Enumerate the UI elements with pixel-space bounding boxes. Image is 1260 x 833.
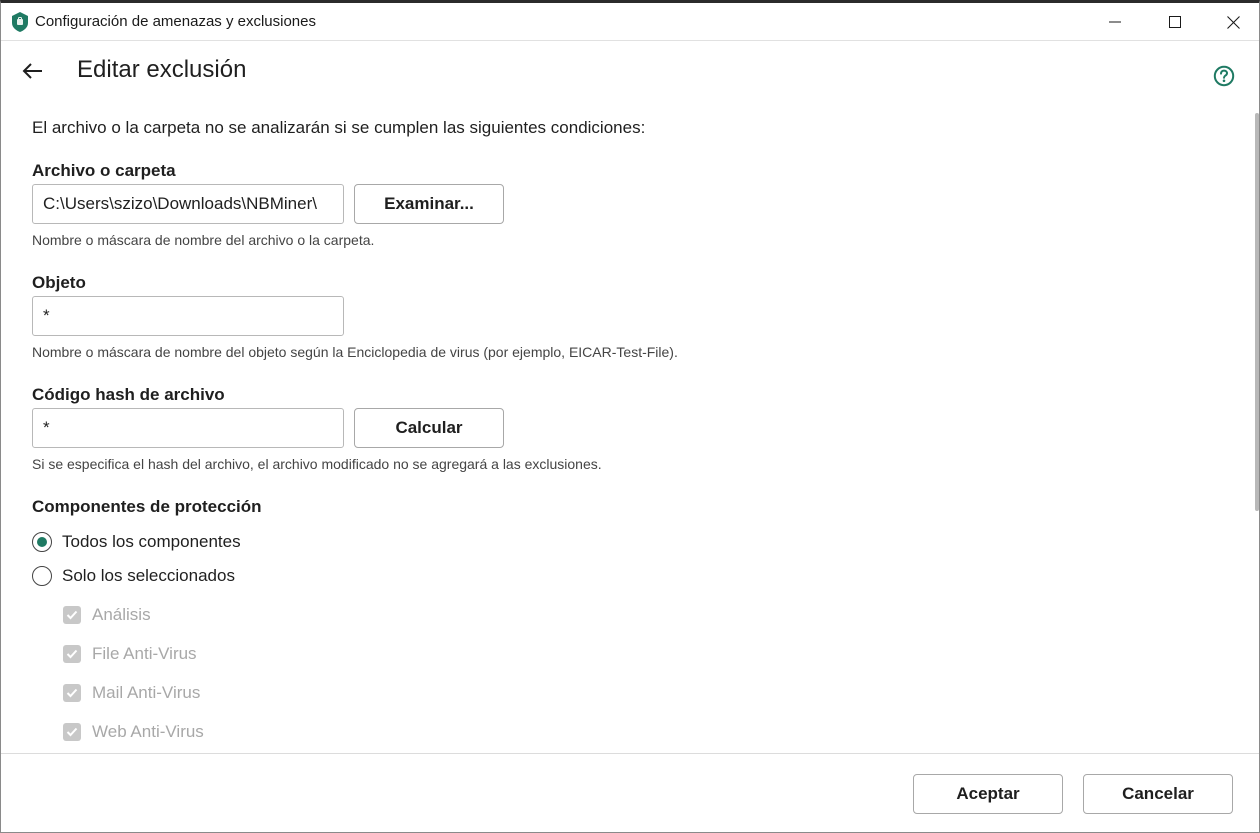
checkmark-icon bbox=[66, 688, 78, 698]
maximize-icon bbox=[1169, 16, 1181, 28]
close-icon bbox=[1226, 15, 1240, 29]
checkbox-label: Análisis bbox=[92, 605, 151, 624]
file-hash-label: Código hash de archivo bbox=[32, 385, 225, 404]
checkmark-icon bbox=[66, 727, 78, 737]
minimize-icon bbox=[1109, 21, 1121, 23]
file-hash-hint: Si se especifica el hash del archivo, el… bbox=[32, 456, 602, 472]
radio-selected-only[interactable]: Solo los seleccionados bbox=[32, 565, 235, 587]
scrollbar-thumb[interactable] bbox=[1255, 113, 1259, 511]
radio-dot bbox=[37, 537, 47, 547]
accept-button[interactable]: Aceptar bbox=[913, 774, 1063, 814]
object-hint: Nombre o máscara de nombre del objeto se… bbox=[32, 344, 678, 360]
close-button[interactable] bbox=[1205, 3, 1259, 41]
checkbox-mail-antivirus[interactable]: Mail Anti-Virus bbox=[63, 682, 200, 704]
radio-all-components[interactable]: Todos los componentes bbox=[32, 531, 241, 553]
object-label: Objeto bbox=[32, 273, 86, 292]
checkbox-checked-disabled[interactable] bbox=[63, 606, 81, 624]
dialog-window: Configuración de amenazas y exclusiones … bbox=[0, 0, 1260, 833]
object-input[interactable] bbox=[32, 296, 344, 336]
checkbox-label: Web Anti-Virus bbox=[92, 722, 204, 741]
checkbox-web-antivirus[interactable]: Web Anti-Virus bbox=[63, 721, 204, 743]
checkbox-checked-disabled[interactable] bbox=[63, 723, 81, 741]
intro-text: El archivo o la carpeta no se analizarán… bbox=[32, 118, 646, 137]
radio-button[interactable] bbox=[32, 566, 52, 586]
file-hash-input[interactable] bbox=[32, 408, 344, 448]
window-title: Configuración de amenazas y exclusiones bbox=[35, 13, 316, 30]
radio-label: Todos los componentes bbox=[62, 532, 241, 551]
checkbox-label: File Anti-Virus bbox=[92, 644, 197, 663]
radio-label: Solo los seleccionados bbox=[62, 566, 235, 585]
dialog-footer: Aceptar Cancelar bbox=[1, 753, 1259, 832]
browse-button[interactable]: Examinar... bbox=[354, 184, 504, 224]
radio-button-selected[interactable] bbox=[32, 532, 52, 552]
protection-components-label: Componentes de protección bbox=[32, 497, 262, 516]
file-folder-input[interactable] bbox=[32, 184, 344, 224]
title-bar: Configuración de amenazas y exclusiones bbox=[1, 3, 1259, 41]
kaspersky-shield-icon bbox=[12, 12, 28, 32]
checkmark-icon bbox=[66, 610, 78, 620]
file-folder-label: Archivo o carpeta bbox=[32, 161, 176, 180]
checkmark-icon bbox=[66, 649, 78, 659]
checkbox-file-antivirus[interactable]: File Anti-Virus bbox=[63, 643, 197, 665]
cancel-button[interactable]: Cancelar bbox=[1083, 774, 1233, 814]
checkbox-checked-disabled[interactable] bbox=[63, 684, 81, 702]
file-folder-hint: Nombre o máscara de nombre del archivo o… bbox=[32, 232, 375, 248]
checkbox-analysis[interactable]: Análisis bbox=[63, 604, 151, 626]
page-title: Editar exclusión bbox=[77, 56, 247, 83]
help-icon[interactable] bbox=[1213, 65, 1235, 87]
back-arrow-icon[interactable] bbox=[21, 59, 45, 83]
minimize-button[interactable] bbox=[1087, 3, 1143, 41]
checkbox-label: Mail Anti-Virus bbox=[92, 683, 201, 702]
maximize-button[interactable] bbox=[1147, 3, 1203, 41]
calculate-button[interactable]: Calcular bbox=[354, 408, 504, 448]
checkbox-checked-disabled[interactable] bbox=[63, 645, 81, 663]
